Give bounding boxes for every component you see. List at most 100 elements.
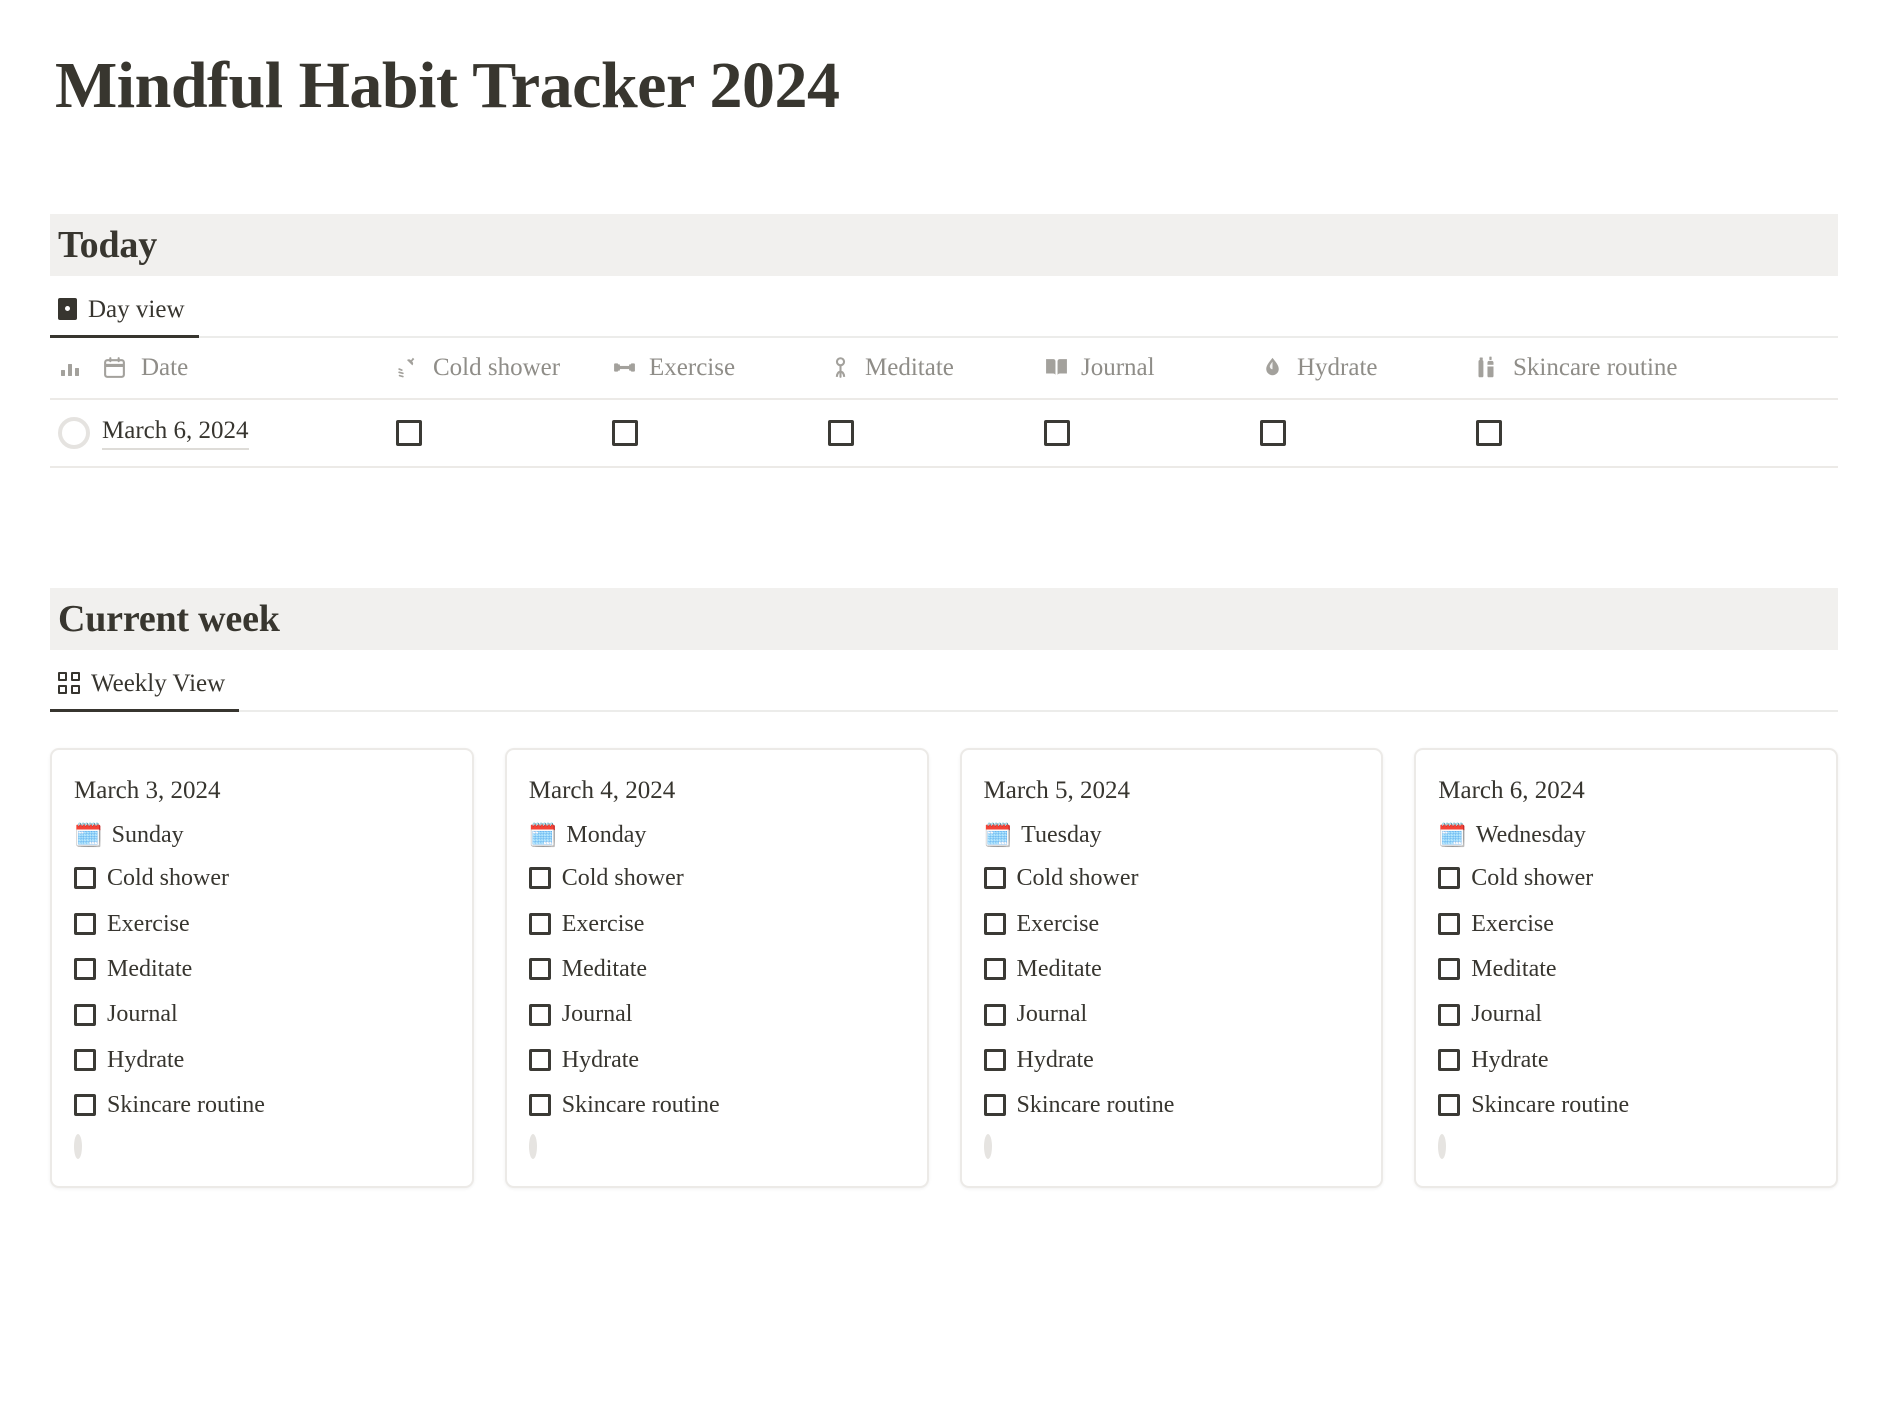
checkbox-exercise[interactable] <box>528 912 551 935</box>
list-item: Journal <box>528 1001 903 1028</box>
checkbox-cold-shower[interactable] <box>983 867 1006 890</box>
habit-label: Hydrate <box>107 1046 185 1073</box>
habit-label: Exercise <box>1016 910 1100 937</box>
checkbox-journal[interactable] <box>1044 419 1070 446</box>
checkbox-exercise[interactable] <box>983 912 1006 935</box>
spiral-calendar-icon: 🗓️ <box>1438 822 1467 848</box>
current-week-heading: Current week <box>58 597 280 640</box>
checkbox-skincare-routine[interactable] <box>74 1094 96 1117</box>
week-cards-container: March 3, 2024 🗓️ Sunday Cold shower Exer… <box>50 747 1838 1188</box>
checkbox-exercise[interactable] <box>612 419 638 446</box>
book-icon <box>1044 355 1069 380</box>
checkbox-cold-shower[interactable] <box>528 867 551 890</box>
checkbox-journal[interactable] <box>983 1003 1006 1026</box>
column-header-exercise[interactable]: Exercise <box>612 355 828 380</box>
day-card[interactable]: March 6, 2024 🗓️ Wednesday Cold shower E… <box>1414 747 1838 1188</box>
shower-icon <box>396 355 421 380</box>
row-checkbox-exercise <box>612 419 828 446</box>
row-date-value: March 6, 2024 <box>102 416 249 450</box>
card-day-row: 🗓️ Wednesday <box>1438 822 1812 848</box>
column-header-journal[interactable]: Journal <box>1044 355 1260 380</box>
water-drop-icon <box>1260 355 1285 380</box>
checkbox-hydrate[interactable] <box>1438 1049 1461 1072</box>
grid-view-icon <box>58 672 80 695</box>
list-item: Hydrate <box>528 1046 903 1073</box>
habit-label: Exercise <box>107 910 190 937</box>
checkbox-cold-shower[interactable] <box>396 419 422 446</box>
habit-label: Skincare routine <box>1016 1092 1175 1119</box>
column-header-skincare-routine[interactable]: Skincare routine <box>1476 355 1756 380</box>
column-header-journal-label: Journal <box>1081 354 1155 382</box>
habit-label: Hydrate <box>1471 1046 1549 1073</box>
checkbox-journal[interactable] <box>74 1003 96 1026</box>
checkbox-skincare-routine[interactable] <box>528 1094 551 1117</box>
habit-label: Journal <box>1471 1001 1542 1028</box>
checkbox-skincare-routine[interactable] <box>983 1094 1006 1117</box>
card-progress-ring <box>528 1133 903 1159</box>
checkbox-meditate[interactable] <box>1438 958 1461 981</box>
row-checkbox-cold-shower <box>396 419 612 446</box>
checkbox-journal[interactable] <box>1438 1003 1461 1026</box>
day-card[interactable]: March 4, 2024 🗓️ Monday Cold shower Exer… <box>504 747 929 1188</box>
list-item: Cold shower <box>1438 865 1812 891</box>
list-item: Cold shower <box>528 865 903 892</box>
card-day-label: Sunday <box>111 821 184 848</box>
card-progress-ring <box>983 1133 1358 1159</box>
checkbox-skincare-routine[interactable] <box>1438 1094 1461 1117</box>
list-item: Meditate <box>528 956 903 982</box>
checkbox-cold-shower[interactable] <box>1438 867 1461 890</box>
dumbbell-icon <box>612 355 637 380</box>
day-card[interactable]: March 5, 2024 🗓️ Tuesday Cold shower Exe… <box>959 747 1384 1188</box>
list-item: Hydrate <box>983 1046 1358 1073</box>
tab-day-view-label: Day view <box>88 295 185 323</box>
card-day-label: Wednesday <box>1475 821 1586 848</box>
list-item: Journal <box>983 1001 1358 1028</box>
habit-label: Journal <box>107 1001 178 1028</box>
tab-weekly-view[interactable]: Weekly View <box>50 669 240 712</box>
checkbox-meditate[interactable] <box>528 958 551 981</box>
column-header-skincare-label: Skincare routine <box>1513 354 1678 382</box>
habit-label: Journal <box>561 1001 633 1028</box>
checkbox-skincare-routine[interactable] <box>1476 419 1502 446</box>
column-header-cold-shower[interactable]: Cold shower <box>396 355 612 380</box>
current-week-section: Current week Weekly View March 3, 2024 🗓… <box>0 587 1898 1188</box>
row-date-cell[interactable]: March 6, 2024 <box>102 416 396 450</box>
checkbox-journal[interactable] <box>528 1003 551 1026</box>
habit-label: Cold shower <box>107 865 229 892</box>
card-day-row: 🗓️ Monday <box>529 822 903 848</box>
today-tabbar: Day view <box>50 276 1838 338</box>
column-header-meditate[interactable]: Meditate <box>828 355 1044 380</box>
tab-day-view[interactable]: Day view <box>50 295 199 338</box>
checkbox-hydrate[interactable] <box>1260 419 1286 446</box>
bottles-icon <box>1476 355 1501 380</box>
habit-label: Hydrate <box>561 1046 640 1073</box>
checkbox-meditate[interactable] <box>74 958 96 981</box>
list-item: Meditate <box>74 956 448 982</box>
habit-label: Journal <box>1016 1001 1088 1028</box>
day-card[interactable]: March 3, 2024 🗓️ Sunday Cold shower Exer… <box>50 747 474 1188</box>
checkbox-cold-shower[interactable] <box>74 867 96 890</box>
checkbox-exercise[interactable] <box>74 912 96 935</box>
column-header-meditate-label: Meditate <box>865 354 954 382</box>
row-checkbox-journal <box>1044 419 1260 446</box>
habit-label: Meditate <box>1471 956 1557 983</box>
checkbox-hydrate[interactable] <box>983 1049 1006 1072</box>
checkbox-hydrate[interactable] <box>74 1049 96 1072</box>
checkbox-meditate[interactable] <box>983 958 1006 981</box>
habit-label: Cold shower <box>561 865 684 892</box>
today-table-header-row: Date Cold shower Exercise Meditate Journ… <box>50 338 1838 400</box>
list-item: Meditate <box>983 956 1358 982</box>
habit-label: Hydrate <box>1016 1046 1094 1073</box>
list-item: Meditate <box>1438 956 1812 982</box>
column-header-hydrate[interactable]: Hydrate <box>1260 355 1476 380</box>
card-day-row: 🗓️ Tuesday <box>984 822 1358 848</box>
column-header-date[interactable]: Date <box>102 355 396 380</box>
checkbox-hydrate[interactable] <box>528 1049 551 1072</box>
list-item: Hydrate <box>74 1047 448 1073</box>
checkbox-meditate[interactable] <box>828 419 854 446</box>
list-item: Skincare routine <box>74 1092 448 1118</box>
card-date: March 3, 2024 <box>74 776 221 804</box>
list-item: Exercise <box>1438 911 1812 937</box>
tab-weekly-view-label: Weekly View <box>91 669 226 697</box>
checkbox-exercise[interactable] <box>1438 912 1461 935</box>
